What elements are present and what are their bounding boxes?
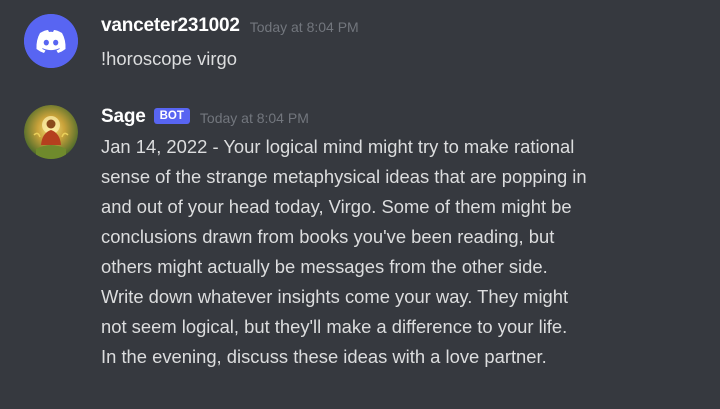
message-text-line: conclusions drawn from books you've been… bbox=[101, 226, 555, 247]
discord-logo-icon bbox=[24, 14, 78, 68]
chat-messages: vanceter231002 Today at 8:04 PM !horosco… bbox=[0, 0, 720, 409]
bot-avatar[interactable] bbox=[24, 105, 78, 159]
message-text-line: Jan 14, 2022 - Your logical mind might t… bbox=[101, 136, 575, 157]
message-text-line: not seem logical, but they'll make a dif… bbox=[101, 316, 568, 337]
buddha-avatar-icon bbox=[24, 105, 78, 159]
bot-badge: BOT bbox=[153, 108, 190, 124]
message-text-line: sense of the strange metaphysical ideas … bbox=[101, 166, 587, 187]
message-item: vanceter231002 Today at 8:04 PM !horosco… bbox=[0, 0, 720, 90]
message-item: Sage BOT Today at 8:04 PM Jan 14, 2022 -… bbox=[0, 95, 720, 405]
message-header: Sage BOT Today at 8:04 PM bbox=[101, 104, 309, 130]
message-text-line: Write down whatever insights come your w… bbox=[101, 286, 569, 307]
message-text-line: others might actually be messages from t… bbox=[101, 256, 548, 277]
user-avatar[interactable] bbox=[24, 14, 78, 68]
username[interactable]: Sage bbox=[101, 106, 146, 128]
message-text-line: and out of your head today, Virgo. Some … bbox=[101, 196, 572, 217]
message-text-line: In the evening, discuss these ideas with… bbox=[101, 346, 547, 367]
message-text-line: !horoscope virgo bbox=[101, 48, 237, 69]
message-content: !horoscope virgo bbox=[101, 44, 701, 74]
username[interactable]: vanceter231002 bbox=[101, 15, 240, 37]
timestamp[interactable]: Today at 8:04 PM bbox=[200, 110, 309, 126]
timestamp[interactable]: Today at 8:04 PM bbox=[250, 19, 359, 35]
message-header: vanceter231002 Today at 8:04 PM bbox=[101, 13, 359, 39]
message-content: Jan 14, 2022 - Your logical mind might t… bbox=[101, 132, 701, 372]
